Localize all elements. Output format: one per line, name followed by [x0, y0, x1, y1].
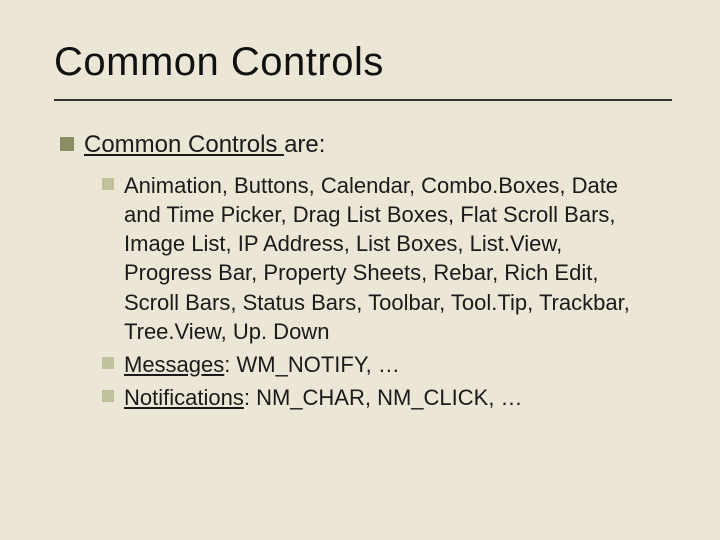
title-divider: [54, 99, 672, 101]
list-item: Messages: WM_NOTIFY, …: [102, 350, 642, 379]
level1-text: Common Controls are:: [84, 129, 325, 161]
slide: Common Controls Common Controls are: Ani…: [0, 0, 720, 540]
square-bullet-icon: [102, 357, 114, 369]
level2-underlined: Messages: [124, 352, 224, 377]
list-item: Animation, Buttons, Calendar, Combo.Boxe…: [102, 171, 642, 345]
list-item: Notifications: NM_CHAR, NM_CLICK, …: [102, 383, 642, 412]
square-bullet-icon: [102, 390, 114, 402]
level2-underlined: Notifications: [124, 385, 244, 410]
square-bullet-icon: [60, 137, 74, 151]
level2-rest: : WM_NOTIFY, …: [224, 352, 400, 377]
square-bullet-icon: [102, 178, 114, 190]
level1-underlined: Common Controls: [84, 131, 284, 158]
level2-text: Messages: WM_NOTIFY, …: [124, 350, 400, 379]
level1-rest: are:: [284, 131, 325, 158]
level2-rest: Animation, Buttons, Calendar, Combo.Boxe…: [124, 173, 630, 343]
level1-item: Common Controls are:: [60, 129, 672, 161]
level2-list: Animation, Buttons, Calendar, Combo.Boxe…: [102, 171, 642, 411]
slide-title: Common Controls: [54, 40, 672, 85]
level2-rest: : NM_CHAR, NM_CLICK, …: [244, 385, 523, 410]
level1-block: Common Controls are: Animation, Buttons,…: [60, 129, 672, 412]
level2-text: Notifications: NM_CHAR, NM_CLICK, …: [124, 383, 523, 412]
level2-text: Animation, Buttons, Calendar, Combo.Boxe…: [124, 171, 642, 345]
